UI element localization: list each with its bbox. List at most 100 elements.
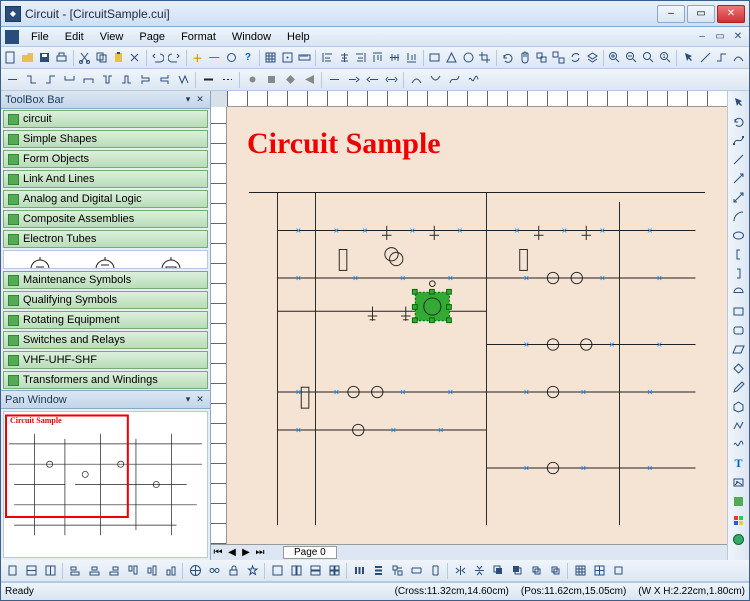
polygon-tool[interactable] xyxy=(730,397,748,415)
category-simple-shapes[interactable]: Simple Shapes xyxy=(3,130,208,148)
polyline-tool[interactable] xyxy=(730,416,748,434)
bt-sameheight-button[interactable] xyxy=(426,562,444,580)
delete-button[interactable] xyxy=(127,49,143,67)
arrow-tool[interactable] xyxy=(730,169,748,187)
remove-button[interactable]: — xyxy=(206,49,222,67)
line-tool-button[interactable] xyxy=(697,49,713,67)
bt-layout4-button[interactable] xyxy=(325,562,343,580)
parallelogram-tool[interactable] xyxy=(730,340,748,358)
page-last-button[interactable]: ⏭ xyxy=(253,547,267,558)
arrow-both-button[interactable] xyxy=(382,71,400,89)
rotate-tool[interactable] xyxy=(730,112,748,130)
bt-backward-button[interactable] xyxy=(546,562,564,580)
image-tool[interactable] xyxy=(730,473,748,491)
bracket1-tool[interactable] xyxy=(730,245,748,263)
bt-grid1-button[interactable] xyxy=(571,562,589,580)
conn-elbow2-button[interactable] xyxy=(41,71,59,89)
zoom-actual-button[interactable]: 1 xyxy=(658,49,674,67)
ruler-vertical[interactable] xyxy=(211,107,227,544)
category-transformers[interactable]: Transformers and Windings xyxy=(3,371,208,389)
spline-tool[interactable] xyxy=(730,435,748,453)
category-maintenance[interactable]: Maintenance Symbols xyxy=(3,271,208,289)
redo-button[interactable] xyxy=(167,49,183,67)
arrow-start-button[interactable] xyxy=(363,71,381,89)
page-tab[interactable]: Page 0 xyxy=(283,546,337,559)
category-electron-tubes[interactable]: Electron Tubes xyxy=(3,230,208,248)
shape-circle-button[interactable] xyxy=(460,49,476,67)
mdi-close-button[interactable]: ✕ xyxy=(729,28,747,46)
conn-step4-button[interactable] xyxy=(155,71,173,89)
bt-align1-button[interactable] xyxy=(66,562,84,580)
print-button[interactable] xyxy=(54,49,70,67)
bt-star-button[interactable] xyxy=(243,562,261,580)
conn-step1-button[interactable] xyxy=(98,71,116,89)
selected-element[interactable] xyxy=(412,281,451,323)
rotate-button[interactable] xyxy=(500,49,516,67)
add-button[interactable]: ＋ xyxy=(189,49,205,67)
save-button[interactable] xyxy=(37,49,53,67)
connector-button[interactable] xyxy=(714,49,730,67)
align-bottom-button[interactable] xyxy=(404,49,420,67)
align-top-button[interactable] xyxy=(370,49,386,67)
pencil-tool[interactable] xyxy=(730,378,748,396)
open-button[interactable] xyxy=(20,49,36,67)
menu-page[interactable]: Page xyxy=(131,29,173,45)
node-tool[interactable] xyxy=(730,131,748,149)
snap-button[interactable] xyxy=(280,49,296,67)
bt-mode2-button[interactable] xyxy=(41,562,59,580)
cap-round-button[interactable] xyxy=(243,71,261,89)
zoom-in-button[interactable] xyxy=(607,49,623,67)
pan-view[interactable]: Circuit Sample xyxy=(3,411,208,558)
align-center-button[interactable] xyxy=(336,49,352,67)
color-tool[interactable] xyxy=(730,511,748,529)
bt-forward-button[interactable] xyxy=(527,562,545,580)
doublearrow-tool[interactable] xyxy=(730,188,748,206)
earth-tool[interactable] xyxy=(730,530,748,548)
shape-triangle-button[interactable] xyxy=(443,49,459,67)
bt-grid2-button[interactable] xyxy=(590,562,608,580)
bt-align4-button[interactable] xyxy=(123,562,141,580)
cap-square-button[interactable] xyxy=(262,71,280,89)
toolbox-menu-button[interactable]: ▾ xyxy=(182,94,194,106)
group-button[interactable] xyxy=(534,49,550,67)
align-right-button[interactable] xyxy=(353,49,369,67)
align-middle-button[interactable] xyxy=(387,49,403,67)
bt-layout3-button[interactable] xyxy=(306,562,324,580)
category-form-objects[interactable]: Form Objects xyxy=(3,150,208,168)
curve1-button[interactable] xyxy=(407,71,425,89)
category-qualifying[interactable]: Qualifying Symbols xyxy=(3,291,208,309)
shape-rect-button[interactable] xyxy=(426,49,442,67)
bezier-button[interactable] xyxy=(445,71,463,89)
circuit-diagram[interactable] xyxy=(227,107,727,544)
conn-step2-button[interactable] xyxy=(117,71,135,89)
conn-elbow1-button[interactable] xyxy=(22,71,40,89)
category-switches[interactable]: Switches and Relays xyxy=(3,331,208,349)
category-analog-digital[interactable]: Analog and Digital Logic xyxy=(3,190,208,208)
align-left-button[interactable] xyxy=(319,49,335,67)
close-button[interactable]: ✕ xyxy=(717,5,745,23)
palette-item[interactable]: Title xyxy=(8,255,72,269)
page-first-button[interactable]: ⏮ xyxy=(211,547,225,558)
curve2-button[interactable] xyxy=(426,71,444,89)
bt-align5-button[interactable] xyxy=(142,562,160,580)
conn-zigzag-button[interactable] xyxy=(174,71,192,89)
page-prev-button[interactable]: ◀ xyxy=(225,547,239,558)
fill-tool[interactable] xyxy=(730,492,748,510)
line-dash-button[interactable] xyxy=(218,71,236,89)
toolbox-close-button[interactable]: ✕ xyxy=(194,94,206,106)
category-composite[interactable]: Composite Assemblies xyxy=(3,210,208,228)
bt-space1-button[interactable] xyxy=(350,562,368,580)
rect-tool[interactable] xyxy=(730,302,748,320)
zoom-out-button[interactable] xyxy=(624,49,640,67)
ruler-button[interactable] xyxy=(297,49,313,67)
help-icon[interactable]: ? xyxy=(240,49,256,67)
bt-front-button[interactable] xyxy=(489,562,507,580)
line-tool[interactable] xyxy=(730,150,748,168)
halfcircle-tool[interactable] xyxy=(730,283,748,301)
undo-button[interactable] xyxy=(150,49,166,67)
bt-samesize-button[interactable] xyxy=(388,562,406,580)
maximize-button[interactable]: ▭ xyxy=(687,5,715,23)
bt-layout2-button[interactable] xyxy=(287,562,305,580)
arrow-none-button[interactable] xyxy=(325,71,343,89)
ungroup-button[interactable] xyxy=(550,49,566,67)
